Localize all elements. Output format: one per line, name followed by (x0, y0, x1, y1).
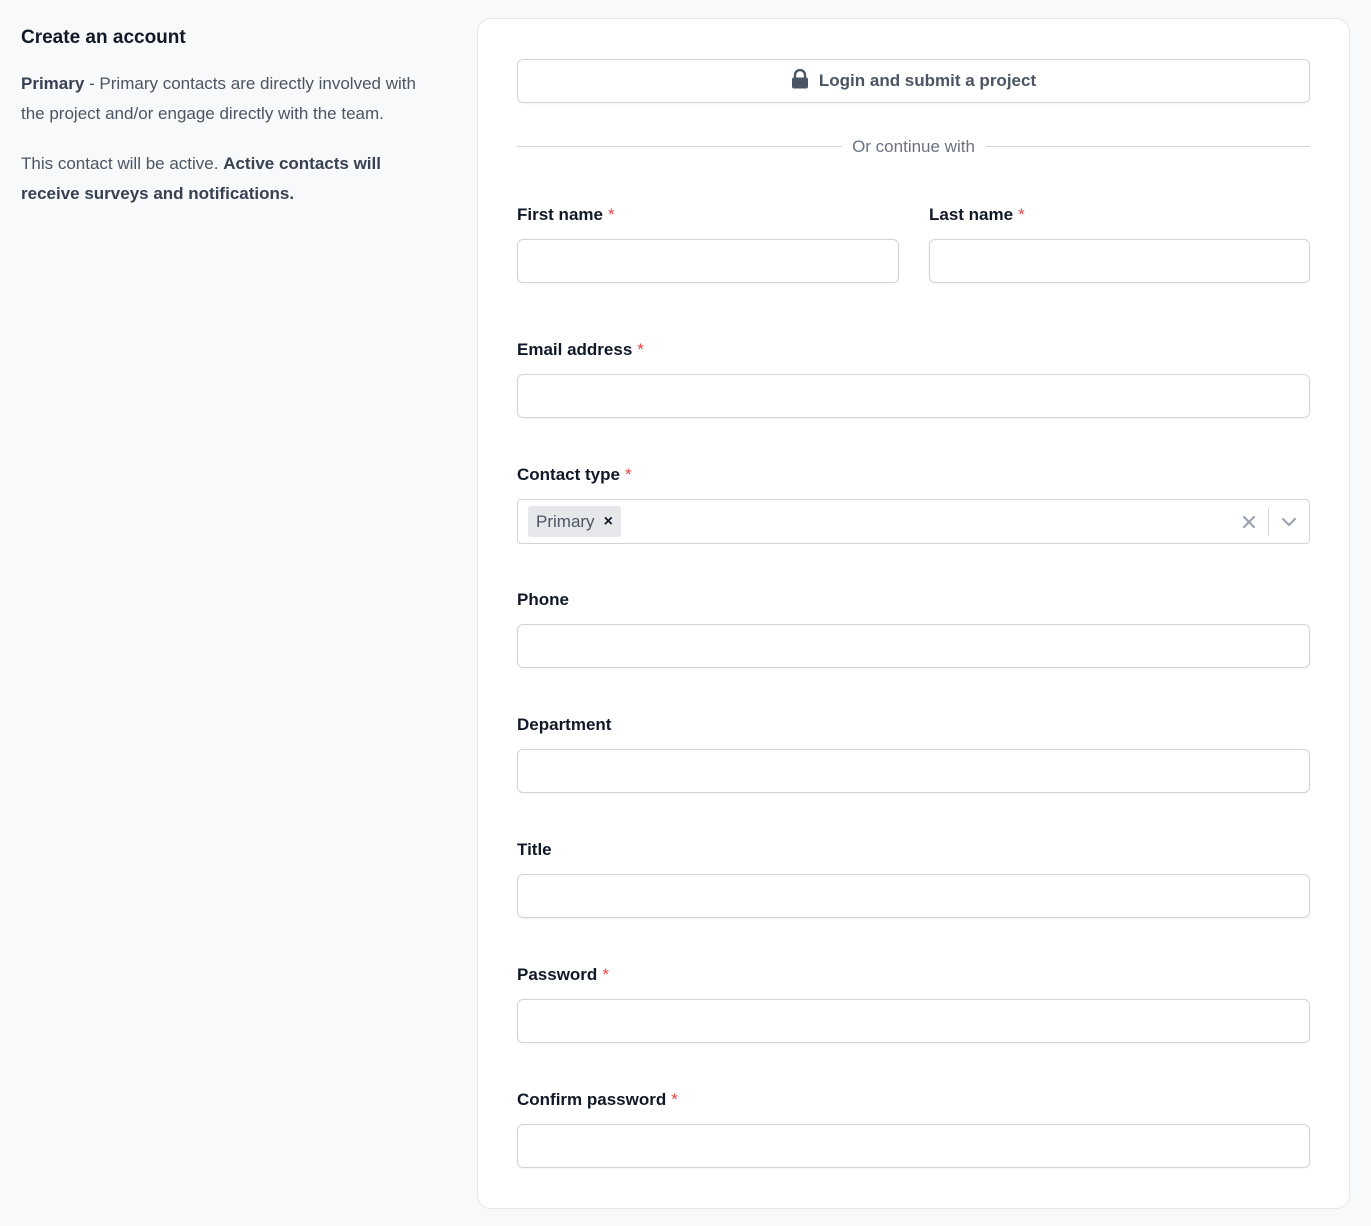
confirm-password-label-text: Confirm password (517, 1090, 667, 1109)
contact-type-select[interactable]: Primary × (517, 499, 1310, 544)
department-label: Department (517, 714, 611, 736)
or-continue-divider: Or continue with (517, 136, 1310, 158)
title-label-text: Title (517, 840, 552, 859)
required-mark: * (637, 340, 644, 359)
phone-input[interactable] (517, 624, 1310, 668)
last-name-label: Last name * (929, 204, 1025, 226)
chevron-down-icon[interactable] (1279, 512, 1299, 532)
active-description-text: This contact will be active. (21, 154, 224, 173)
chip-label: Primary (536, 511, 595, 531)
confirm-password-label: Confirm password * (517, 1089, 678, 1111)
contact-type-label-text: Contact type (517, 465, 620, 484)
page-title: Create an account (21, 27, 186, 48)
required-mark: * (602, 965, 609, 984)
first-name-label-text: First name (517, 205, 603, 224)
email-input[interactable] (517, 374, 1310, 418)
department-label-text: Department (517, 715, 612, 734)
account-info-panel: Create an account Primary - Primary cont… (21, 26, 441, 209)
phone-label: Phone (517, 589, 569, 611)
last-name-input[interactable] (929, 239, 1310, 283)
password-label: Password * (517, 964, 609, 986)
required-mark: * (624, 465, 632, 484)
clear-selection-icon[interactable] (1239, 512, 1259, 532)
first-name-label: First name * (517, 204, 615, 226)
selected-chip-primary: Primary × (528, 506, 621, 537)
last-name-label-text: Last name (929, 205, 1014, 224)
required-mark: * (1018, 205, 1025, 224)
indicator-separator (1268, 508, 1269, 536)
title-label: Title (517, 839, 552, 861)
email-label: Email address * (517, 339, 644, 361)
contact-type-label: Contact type * (517, 464, 632, 486)
email-label-text: Email address (517, 340, 633, 359)
phone-label-text: Phone (517, 590, 569, 609)
chip-remove-icon[interactable]: × (604, 513, 613, 530)
password-label-text: Password (517, 965, 598, 984)
primary-description: Primary - Primary contacts are directly … (21, 69, 441, 129)
first-name-input[interactable] (517, 239, 899, 283)
password-input[interactable] (517, 999, 1310, 1043)
required-mark: * (607, 205, 615, 224)
confirm-password-input[interactable] (517, 1124, 1310, 1168)
login-submit-project-button[interactable]: Login and submit a project (517, 59, 1310, 103)
login-submit-project-label: Login and submit a project (818, 71, 1037, 90)
department-input[interactable] (517, 749, 1310, 793)
active-description: This contact will be active. Active cont… (21, 149, 441, 209)
divider-text: Or continue with (841, 136, 986, 158)
title-input[interactable] (517, 874, 1310, 918)
primary-term: Primary (21, 74, 85, 93)
required-mark: * (671, 1090, 678, 1109)
lock-icon (791, 68, 809, 94)
